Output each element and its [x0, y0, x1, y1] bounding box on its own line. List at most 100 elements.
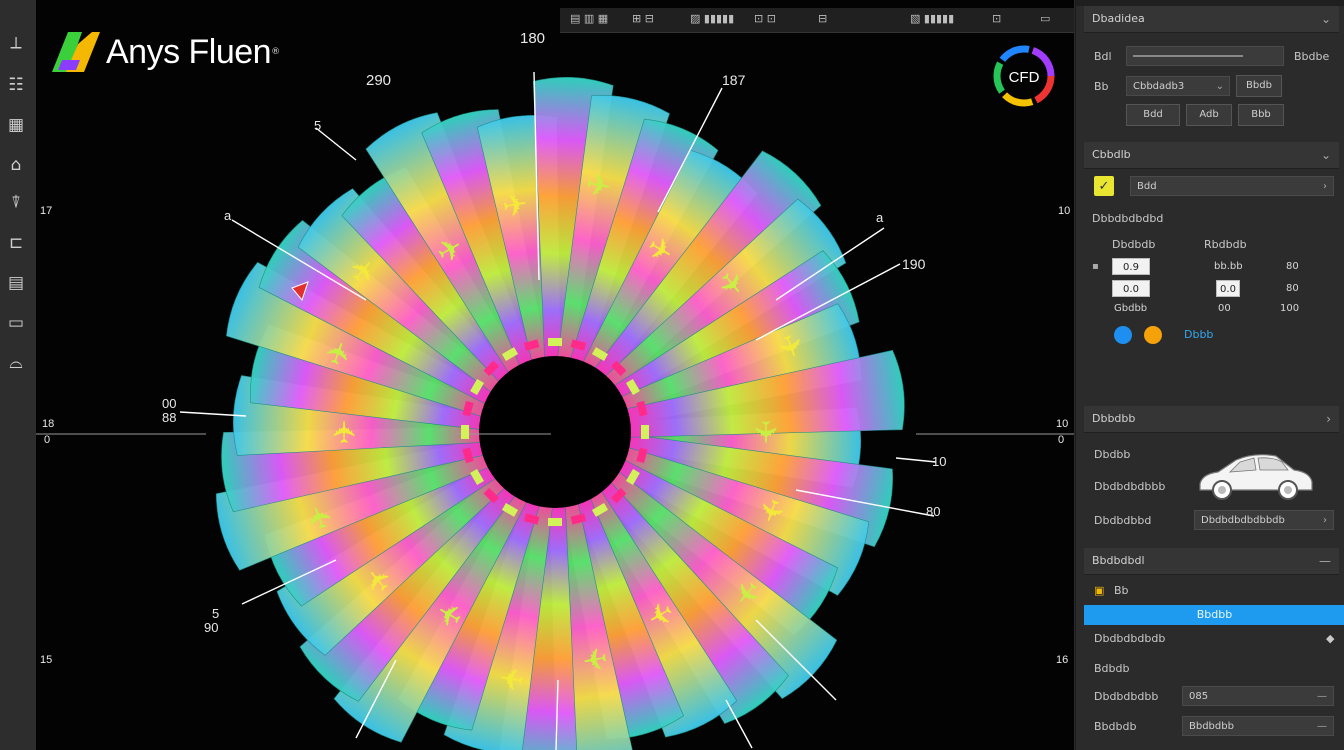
chevron-down-icon[interactable]: ⌄: [1321, 6, 1331, 32]
table-cell: 80: [1286, 283, 1299, 294]
field-b-label: Bbdbdb: [1094, 720, 1137, 733]
tree-icon[interactable]: ☷: [5, 74, 27, 96]
section-header-3[interactable]: Dbbdbb ›: [1084, 406, 1339, 433]
folder-icon[interactable]: ⊏: [5, 232, 27, 254]
callout-left-upper: a: [224, 208, 232, 223]
primary-action-button[interactable]: Bbdbb: [1084, 605, 1344, 625]
section-header-1[interactable]: Dbadidea ⌄: [1084, 6, 1339, 33]
field-a-input[interactable]: 085—: [1182, 686, 1334, 706]
viewport-toolbar: ▤ ▥ ▦ ⊞ ⊟ ▨ ▮▮▮▮▮ ⊡ ⊡ ⊟ ▧ ▮▮▮▮▮ ⊡ ▭: [560, 8, 1074, 33]
field-a-label: Dbdbdbdbb: [1094, 690, 1159, 703]
blue-circle-icon[interactable]: [1114, 326, 1132, 344]
field-b-input[interactable]: Bbdbdbb —: [1182, 716, 1334, 736]
chevron-right-icon[interactable]: —: [1319, 548, 1331, 574]
field-a-value: 085: [1189, 691, 1209, 702]
table-cell: 00: [1218, 303, 1231, 314]
row2-button[interactable]: Bbdb: [1236, 75, 1282, 97]
callout-top-right: 187: [722, 72, 746, 88]
row3-button-1[interactable]: Bdd: [1126, 104, 1180, 126]
toolbar-camera-button[interactable]: ⊡: [992, 12, 1001, 25]
icon-row-label[interactable]: Dbbb: [1184, 328, 1213, 341]
mesh-icon[interactable]: ▦: [5, 114, 27, 136]
row2-label: Bb: [1094, 80, 1109, 93]
select-2-value: Bdd: [1137, 181, 1157, 192]
left-toolbar: ⟂ ☷ ▦ ⌂ ⍒ ⊏ ▤ ▭ ⌓: [0, 0, 37, 750]
cfd-badge: CFD: [993, 45, 1055, 107]
camera-icon[interactable]: ⌓: [5, 352, 27, 374]
frame-icon[interactable]: ▭: [5, 312, 27, 334]
callout-upper-left-small: 5: [314, 118, 322, 133]
table-cell[interactable]: 0.0: [1216, 280, 1240, 297]
diamond-icon[interactable]: ◆: [1326, 632, 1334, 645]
callout-left-lower2: 90: [204, 620, 219, 635]
report-icon[interactable]: ▤: [5, 272, 27, 294]
aircraft-marker-icon: ✈: [747, 419, 782, 444]
callout-right-mid-lower: 80: [926, 504, 941, 519]
callout-top-left: 290: [366, 72, 392, 89]
toolbar-fit-button[interactable]: ⊟: [818, 12, 827, 25]
sub4-label: Dbdbdbdbdb: [1094, 632, 1166, 645]
row1-button[interactable]: Bbdbe: [1294, 50, 1329, 63]
toolbar-window-button[interactable]: ▭: [1040, 12, 1050, 25]
inner-blade-marker: [641, 425, 649, 439]
car-label-2: Dbdbdbdbbb: [1094, 480, 1166, 493]
graphics-viewport[interactable]: ✈ ✈ ✈ ✈ ✈ ✈ ✈ ✈ ✈ ✈ ✈ ✈ ✈ ✈ ✈ ✈ ✈ ✈ CFD Anys Fluen ® ▤ ▥ …: [36, 0, 1074, 750]
probe-icon[interactable]: ⍒: [5, 192, 27, 214]
edge-label-right-mid2: 0: [1058, 434, 1065, 446]
car-label-1: Dbdbb: [1094, 448, 1131, 461]
table-cell: bb.bb: [1214, 261, 1243, 272]
properties-panel: Dbadidea ⌄ Bdl Bbdbe Bb Cbbdadb3 ⌄ Bbdb B…: [1075, 0, 1344, 750]
section-header-3-label: Dbbdbb: [1092, 412, 1136, 425]
car-model-icon: [1199, 454, 1313, 500]
edge-label-right-mid: 10: [1056, 418, 1069, 430]
car-select[interactable]: Dbdbdbdbdbbdb ›: [1194, 510, 1334, 530]
inner-blade-marker: [548, 338, 562, 346]
callout-left-mid: 00: [162, 396, 177, 411]
inner-blade-marker: [461, 425, 469, 439]
row1-slider[interactable]: [1126, 46, 1284, 66]
table-header-1: Dbdbdb: [1112, 238, 1156, 251]
checkbox-checked-icon[interactable]: ✓: [1094, 176, 1114, 196]
geometry-icon[interactable]: ⌂: [5, 154, 27, 176]
row2-select[interactable]: Cbbdadb3 ⌄: [1126, 76, 1230, 96]
registered-mark: ®: [271, 47, 281, 57]
select-2[interactable]: Bdd ›: [1130, 176, 1334, 196]
row3-button-2[interactable]: Adb: [1186, 104, 1232, 126]
section-header-1-label: Dbadidea: [1092, 12, 1145, 25]
ruler-icon[interactable]: ⟂: [5, 32, 27, 54]
table-cell[interactable]: 0.9: [1112, 258, 1150, 275]
folder-icon[interactable]: ▣: [1094, 584, 1104, 597]
toolbar-display-menu[interactable]: ▨ ▮▮▮▮▮: [690, 12, 734, 25]
logo-text: Anys Fluen: [106, 32, 272, 71]
table-cell: 80: [1286, 261, 1299, 272]
logo-mark-icon: [52, 32, 100, 72]
toolbar-scene-menu[interactable]: ▧ ▮▮▮▮▮: [910, 12, 954, 25]
section-header-2[interactable]: Cbbdlb ⌄: [1084, 142, 1339, 169]
callout-right-upper: a: [876, 210, 884, 225]
callout-top-center: 180: [520, 30, 546, 47]
cfd-badge-label: CFD: [1009, 69, 1040, 86]
callout-leader-line: [895, 457, 937, 463]
field-b-value: Bbdbdbb: [1189, 721, 1234, 732]
row1-label: Bdl: [1094, 50, 1112, 63]
callout-left-mid2: 88: [162, 410, 177, 425]
toolbar-view-buttons[interactable]: ▤ ▥ ▦: [570, 12, 608, 25]
table-cell: 100: [1280, 303, 1300, 314]
callout-right-mid: 10: [932, 454, 947, 469]
toolbar-pane-buttons[interactable]: ⊡ ⊡: [754, 12, 776, 25]
orange-circle-icon[interactable]: [1144, 326, 1162, 344]
section-header-2-label: Cbbdlb: [1092, 148, 1131, 161]
toolbar-layout-buttons[interactable]: ⊞ ⊟: [632, 12, 654, 25]
car-select-value: Dbdbdbdbdbbdb: [1201, 515, 1285, 526]
table-cell[interactable]: 0.0: [1112, 280, 1150, 297]
edge-label-left-top: 17: [40, 205, 53, 217]
chevron-down-icon[interactable]: ⌄: [1321, 142, 1331, 168]
chevron-right-icon[interactable]: ›: [1326, 406, 1331, 432]
car-label-3: Dbdbdbbd: [1094, 514, 1152, 527]
edge-label-left-mid2: 0: [44, 434, 51, 446]
app-logo: Anys Fluen ®: [48, 30, 280, 74]
section-header-4[interactable]: Bbdbdbdl —: [1084, 548, 1339, 575]
bb-label: Bb: [1114, 584, 1129, 597]
edge-label-left-bottom: 15: [40, 654, 53, 666]
row3-button-3[interactable]: Bbb: [1238, 104, 1284, 126]
